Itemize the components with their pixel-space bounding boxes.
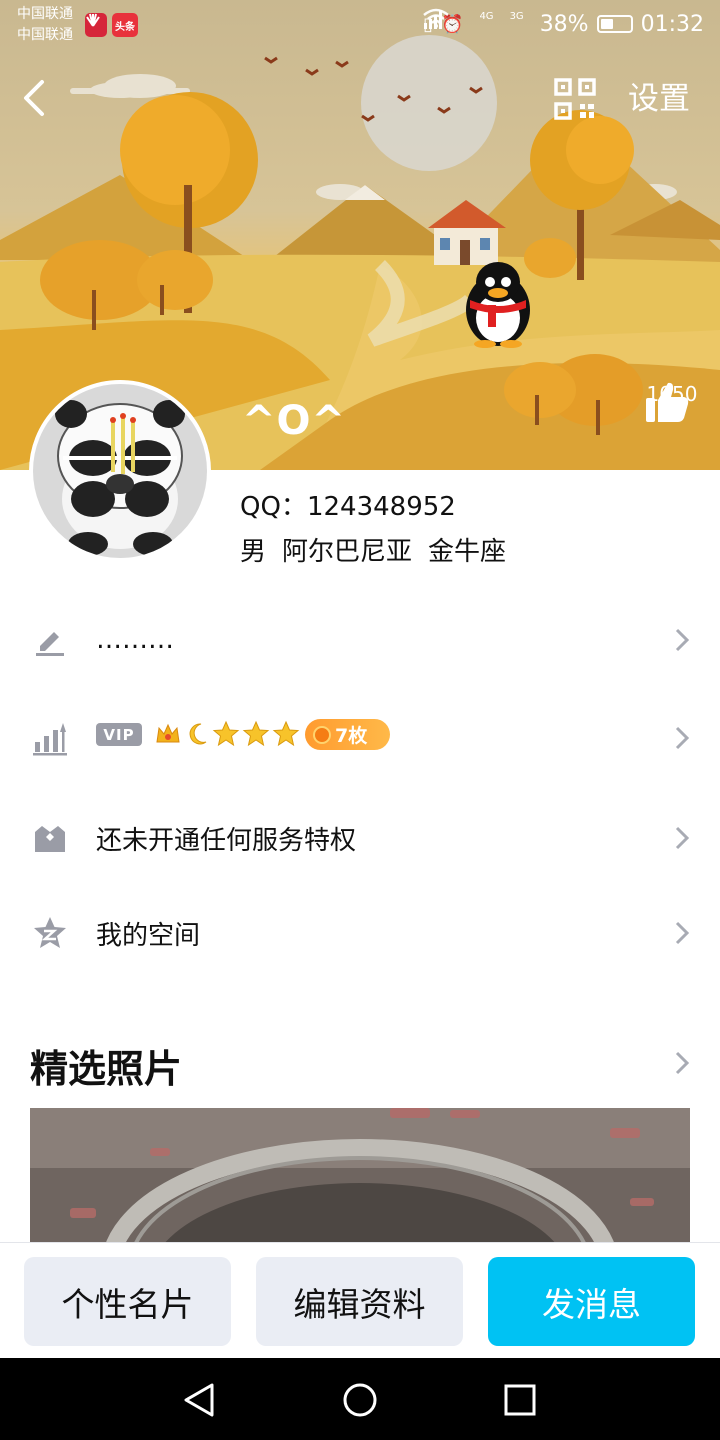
- network-type-label: 3G: [509, 10, 524, 22]
- qq-number-line: QQ：124348952: [240, 486, 456, 523]
- featured-photos-title: 精选照片: [30, 1047, 183, 1091]
- qq-number: 124348952: [306, 492, 456, 522]
- qr-code-button[interactable]: [554, 78, 596, 120]
- location: 阿尔巴尼亚: [282, 537, 413, 567]
- battery-icon: [596, 15, 633, 33]
- settings-button[interactable]: 设置: [628, 78, 690, 120]
- carrier-label: 中国联通: [17, 27, 73, 43]
- qzone-star-icon: [34, 917, 66, 948]
- vip-level-row[interactable]: VIP 7枚: [0, 698, 720, 778]
- action-bar: 个性名片 编辑资料 发消息: [0, 1242, 720, 1358]
- photo-thumbnail: [30, 1108, 690, 1248]
- system-navigation-bar: [0, 1358, 720, 1440]
- qzone-row[interactable]: 我的空间: [0, 893, 720, 973]
- pencil-icon: [36, 632, 64, 656]
- chevron-right-icon: [675, 726, 690, 750]
- toutiao-app-icon: 头条: [112, 13, 138, 37]
- status-bar: 中国联通 中国联通 头条 ▯ ⏰ 4G 3G 38% 01:32: [0, 0, 720, 48]
- featured-photo[interactable]: [30, 1108, 690, 1248]
- signature-row[interactable]: ………: [0, 600, 720, 680]
- home-circle-icon[interactable]: [342, 1382, 378, 1418]
- gender: 男: [240, 537, 267, 567]
- thumbs-up-icon: [646, 382, 689, 422]
- moon-icon: [189, 723, 207, 745]
- zodiac: 金牛座: [428, 537, 507, 567]
- qq-label: QQ：: [240, 492, 307, 522]
- avatar[interactable]: [29, 380, 211, 562]
- profile-info-line: 男 阿尔巴尼亚 金牛座: [240, 531, 506, 568]
- privilege-text: 还未开通任何服务特权: [96, 825, 357, 856]
- crown-icon: [156, 723, 180, 743]
- star-icon: [272, 720, 300, 747]
- carrier-label: 中国联通: [17, 6, 73, 22]
- vip-badge: VIP: [96, 723, 142, 746]
- back-triangle-icon[interactable]: [182, 1382, 218, 1418]
- back-button[interactable]: [18, 74, 58, 122]
- chevron-left-icon: [24, 80, 44, 116]
- medal-icon: [313, 725, 331, 744]
- level-icons: [154, 720, 300, 748]
- huawei-app-icon: [85, 13, 107, 37]
- clock: 01:32: [640, 11, 704, 37]
- medal-count: 7枚: [335, 725, 368, 747]
- chevron-right-icon: [675, 921, 690, 945]
- battery-percent: 38%: [539, 11, 589, 37]
- chevron-right-icon: [675, 826, 690, 850]
- level-chart-icon: [33, 723, 67, 756]
- privilege-row[interactable]: 还未开通任何服务特权: [0, 798, 720, 878]
- panda-avatar-image: [33, 384, 207, 558]
- profile-card-button[interactable]: 个性名片: [24, 1257, 231, 1346]
- medal-count-badge: 7枚: [305, 719, 390, 750]
- signature-text: ………: [96, 625, 174, 655]
- send-message-button[interactable]: 发消息: [488, 1257, 695, 1346]
- recent-apps-square-icon[interactable]: [502, 1382, 538, 1418]
- privilege-crown-icon: [35, 826, 65, 852]
- chevron-right-icon: [675, 628, 690, 652]
- qr-code-icon: [554, 78, 596, 120]
- edit-profile-button[interactable]: 编辑资料: [256, 1257, 463, 1346]
- network-type-label: 4G: [479, 10, 494, 22]
- chevron-right-icon[interactable]: [674, 1050, 690, 1076]
- star-icon: [242, 720, 270, 747]
- nickname: ^O^: [242, 398, 347, 444]
- like-button[interactable]: 1050: [644, 380, 700, 422]
- qzone-text: 我的空间: [96, 920, 201, 951]
- star-icon: [212, 720, 240, 747]
